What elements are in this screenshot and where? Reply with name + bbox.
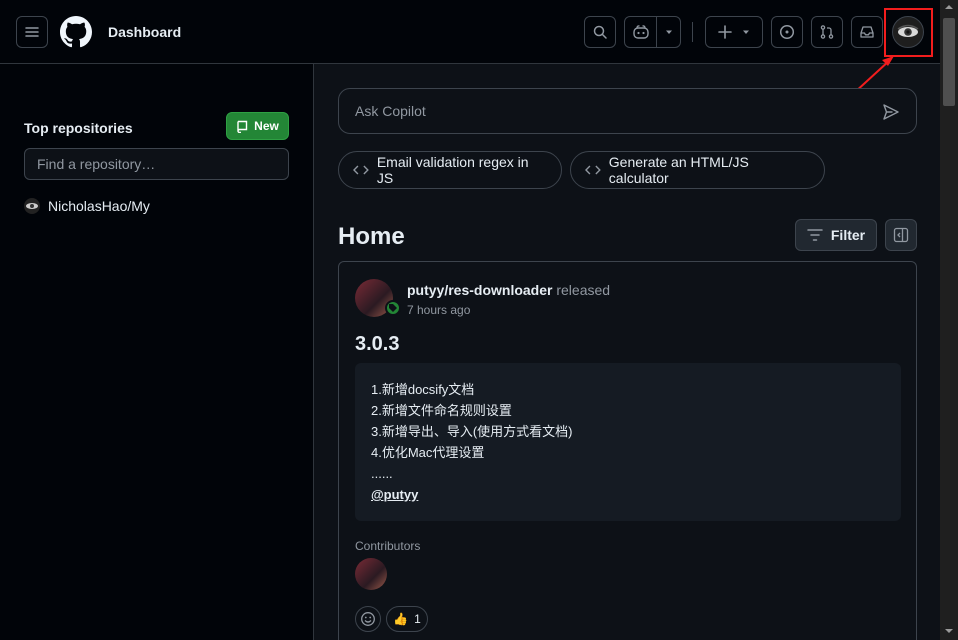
filter-label: Filter	[830, 227, 866, 243]
thumbs-up-emoji: 👍	[393, 612, 409, 626]
contributors-label: Contributors	[355, 539, 421, 553]
release-note-line: 2.新增文件命名规则设置	[371, 403, 512, 418]
user-mention-link[interactable]: @putyy	[371, 487, 418, 502]
copilot-suggestion-chip[interactable]: Generate an HTML/JS calculator	[570, 151, 825, 189]
chevron-down-icon	[743, 30, 749, 34]
release-note-line: 3.新增导出、导入(使用方式看文档)	[371, 424, 573, 439]
contributor-avatar[interactable]	[355, 558, 387, 590]
tag-icon	[389, 304, 397, 312]
suggestion-label: Generate an HTML/JS calculator	[608, 154, 749, 186]
release-note-line: ......	[371, 466, 393, 481]
toggle-sidebar-button[interactable]	[885, 219, 917, 251]
copilot-icon	[632, 25, 649, 39]
release-notes: 1.新增docsify文档 2.新增文件命名规则设置 3.新增导出、导入(使用方…	[355, 363, 901, 521]
pull-requests-button[interactable]	[811, 16, 843, 48]
repo-link[interactable]: NicholasHao/My	[48, 198, 150, 214]
repo-icon	[237, 120, 248, 133]
search-button[interactable]	[584, 16, 616, 48]
release-timestamp[interactable]: 7 hours ago	[407, 303, 470, 317]
header-divider	[692, 22, 693, 42]
new-repository-button[interactable]: New	[226, 112, 289, 140]
copilot-button-group	[624, 16, 681, 48]
filter-icon	[807, 229, 823, 241]
repo-owner-avatar	[24, 198, 40, 214]
scrollbar-thumb[interactable]	[943, 18, 955, 106]
user-avatar-eye	[897, 24, 919, 37]
scroll-up-arrow-icon[interactable]	[944, 2, 954, 12]
card-header: putyy/res-downloader released	[407, 282, 610, 298]
code-icon	[353, 165, 369, 175]
filter-button[interactable]: Filter	[795, 219, 877, 251]
reaction-count: 1	[414, 612, 421, 626]
inbox-icon	[860, 26, 874, 38]
copilot-dropdown-button[interactable]	[657, 17, 680, 47]
create-new-button[interactable]	[705, 16, 763, 48]
release-note-line: 4.优化Mac代理设置	[371, 445, 485, 460]
suggestion-label: Email validation regex in JS	[376, 154, 529, 186]
release-feed-card: putyy/res-downloader released 7 hours ag…	[338, 261, 917, 640]
page-title[interactable]: Dashboard	[108, 24, 181, 40]
sidebar-repo-item[interactable]: NicholasHao/My	[24, 198, 150, 214]
sidebar-expand-icon	[893, 227, 909, 243]
send-icon[interactable]	[882, 103, 900, 121]
copilot-suggestion-chip[interactable]: Email validation regex in JS	[338, 151, 562, 189]
release-note-line: 1.新增docsify文档	[371, 382, 475, 397]
page-scrollbar[interactable]	[940, 0, 958, 640]
find-repository-input[interactable]	[24, 148, 289, 180]
issues-button[interactable]	[771, 16, 803, 48]
ask-copilot-input[interactable]	[355, 101, 855, 121]
thumbs-up-reaction[interactable]: 👍 1	[386, 606, 428, 632]
sidebar: Top repositories New NicholasHao/My	[0, 64, 314, 640]
top-repositories-heading: Top repositories	[24, 120, 133, 136]
release-repo-link[interactable]: putyy/res-downloader	[407, 282, 552, 298]
release-tag-badge	[385, 300, 401, 316]
release-action: released	[556, 282, 611, 298]
release-version[interactable]: 3.0.3	[355, 333, 399, 356]
new-button-label: New	[254, 119, 279, 133]
scroll-down-arrow-icon[interactable]	[944, 626, 954, 636]
add-reaction-button[interactable]	[355, 606, 381, 632]
github-logo-icon[interactable]	[60, 16, 92, 48]
chevron-down-icon	[665, 30, 672, 34]
copilot-prompt-box	[338, 88, 917, 134]
hamburger-menu-icon	[25, 27, 39, 37]
global-header: Dashboard	[0, 0, 940, 64]
menu-button[interactable]	[16, 16, 48, 48]
user-avatar-button[interactable]	[892, 16, 924, 48]
copilot-button[interactable]	[625, 17, 657, 47]
search-icon	[593, 25, 607, 39]
smiley-icon	[361, 612, 375, 626]
inbox-button[interactable]	[851, 16, 883, 48]
code-icon	[585, 165, 601, 175]
git-pull-request-icon	[820, 25, 834, 39]
feed-title: Home	[338, 223, 405, 250]
issue-opened-icon	[779, 24, 795, 40]
plus-icon	[718, 25, 732, 39]
